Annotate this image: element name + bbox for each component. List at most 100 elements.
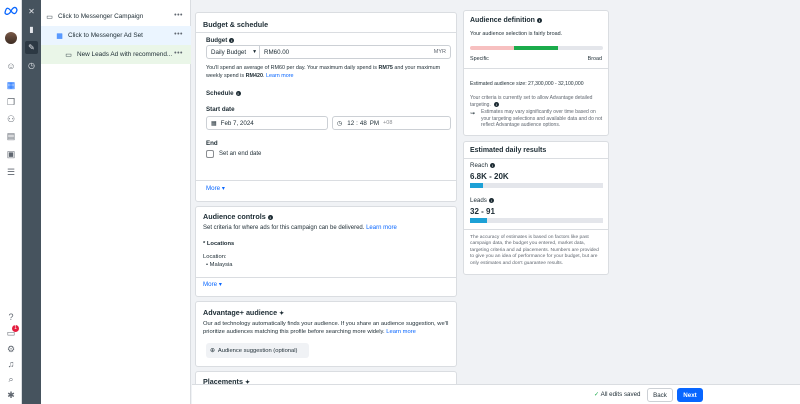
timezone-label: +08 [383,120,393,126]
advantage-audience-card: Advantage+ audience ✦ Our ad technology … [195,301,457,367]
start-date-input[interactable]: ▦ Feb 7, 2024 [206,116,328,130]
back-button[interactable]: Back [647,388,673,402]
pages-icon[interactable]: ❐ [5,96,17,108]
menu-icon[interactable]: ☰ [5,166,17,178]
audience-size: Estimated audience size: 27,300,000 - 32… [470,81,584,87]
more-options-icon[interactable]: ••• [174,12,183,19]
leads-value: 32 - 91 [470,207,495,216]
estimates-note: Estimates may vary significantly over ti… [481,109,603,128]
caret-down-icon: ▼ [252,49,258,55]
ad-name: New Leads Ad with recommend... [77,51,173,58]
business-icon[interactable]: ▤ [5,130,17,142]
schedule-label: Schedule i [206,90,241,97]
editor-toolbar: ✕ ▮ ✎ ◷ [22,0,41,404]
audience-icon[interactable]: ⚇ [5,113,17,125]
emoji-icon[interactable]: ☺ [5,60,17,72]
more-options-link[interactable]: More ▾ [206,185,225,193]
learn-more-link[interactable]: Learn more [366,225,397,231]
audience-controls-card: Audience controls i Set criteria for wher… [195,206,457,297]
bug-icon[interactable]: ✱ [5,389,17,401]
reach-label: Reach i [470,162,495,169]
audience-breadth-meter [470,46,603,50]
meta-logo[interactable] [4,6,18,16]
specific-label: Specific [470,56,489,62]
info-icon[interactable]: i [235,90,241,96]
advantage-desc: Our ad technology automatically finds yo… [203,321,449,335]
estimated-results-card: Estimated daily results Reach i 6.8K - 20… [463,141,609,275]
budget-note: You'll spend an average of RM60 per day.… [206,65,441,79]
info-icon[interactable]: i [229,37,235,43]
adset-name: Click to Messenger Ad Set [68,32,143,39]
avatar[interactable] [5,32,17,44]
plus-icon: ⊕ [210,347,215,354]
leads-bar [470,218,603,223]
footer-bar: ✓ All edits saved Back Next [192,384,800,404]
divider [196,277,456,278]
minute-value[interactable]: 48 [360,120,367,127]
end-date-checkbox[interactable] [206,150,214,158]
help-icon[interactable]: ? [5,311,17,323]
tree-item-ad[interactable]: ▭ New Leads Ad with recommend... ••• [41,45,191,64]
check-icon: ✓ [594,391,600,398]
notification-badge: 1 [12,325,19,332]
reach-bar-fill [470,183,484,188]
chart-icon[interactable]: ▮ [25,23,38,36]
calendar-icon: ▦ [211,120,217,127]
budget-amount-input[interactable]: RM60.00 [264,49,289,56]
more-options-link[interactable]: More ▾ [203,281,222,289]
criteria-note: Your criteria is currently set to allow … [470,95,593,108]
locations-label: * Locations [203,241,235,247]
hour-value[interactable]: 12 [347,120,354,127]
close-icon[interactable]: ✕ [25,5,38,18]
location-value: • Malaysia [206,262,233,268]
leads-bar-fill [470,218,488,223]
section-title: Budget & schedule [203,20,269,29]
audience-suggestion-button[interactable]: ⊕ Audience suggestion (optional) [206,343,309,358]
edit-icon[interactable]: ✎ [25,41,38,54]
settings-icon[interactable]: ⚙ [5,343,17,355]
currency-label: MYR [433,49,446,55]
global-nav-rail: ☺ ▦ ❐ ⚇ ▤ ▣ ☰ ? ▭ 1 ⚙ ♫ ⌕ ✱ [0,0,22,404]
tree-item-adset[interactable]: ▦ Click to Messenger Ad Set ••• [41,26,191,45]
more-options-icon[interactable]: ••• [174,50,183,57]
clock-icon: ◷ [337,120,343,127]
info-icon[interactable]: i [489,162,495,168]
leads-label: Leads i [470,197,494,204]
search-icon[interactable]: ⌕ [5,373,17,385]
info-icon[interactable]: i [494,101,500,107]
campaign-name: Click to Messenger Campaign [58,13,144,20]
next-button[interactable]: Next [677,388,703,402]
budget-type-value: Daily Budget [211,48,247,56]
budget-label: Budget i [206,37,235,44]
tree-item-campaign[interactable]: ▭ Click to Messenger Campaign ••• [41,7,191,26]
section-title: Estimated daily results [470,147,547,154]
audience-desc: Set criteria for where ads for this camp… [203,225,397,231]
accuracy-disclaimer: The accuracy of estimates is based on fa… [470,235,599,266]
section-title: Audience definition i [470,17,542,24]
learn-more-link[interactable]: Learn more [266,73,294,79]
divider [464,68,608,69]
audience-status: Your audience selection is fairly broad. [470,31,563,37]
broad-label: Broad [587,56,602,62]
info-icon[interactable]: i [267,214,273,220]
clock-icon[interactable]: ◷ [25,59,38,72]
ampm-value[interactable]: PM [370,120,379,127]
save-status: ✓ All edits saved [594,391,641,398]
more-options-icon[interactable]: ••• [174,31,183,38]
info-icon[interactable]: i [488,197,494,203]
end-label: End [206,140,218,147]
grid-icon[interactable]: ▦ [5,79,17,91]
divider [196,180,456,181]
learn-more-link[interactable]: Learn more [386,329,416,335]
info-icon[interactable]: i [536,17,542,23]
ad-icon: ▭ [65,51,72,59]
trend-icon: ⇝ [470,111,476,117]
divider [464,158,608,159]
location-label: Location: [203,254,227,260]
start-time-input[interactable]: ◷ 12 : 48 PM +08 [332,116,451,130]
budget-type-select[interactable]: Daily Budget ▼ [207,46,260,58]
reach-bar [470,183,603,188]
alert-icon[interactable]: ♫ [5,358,17,370]
campaign-tree: ▭ Click to Messenger Campaign ••• ▦ Clic… [41,0,191,404]
billing-icon[interactable]: ▣ [5,148,17,160]
